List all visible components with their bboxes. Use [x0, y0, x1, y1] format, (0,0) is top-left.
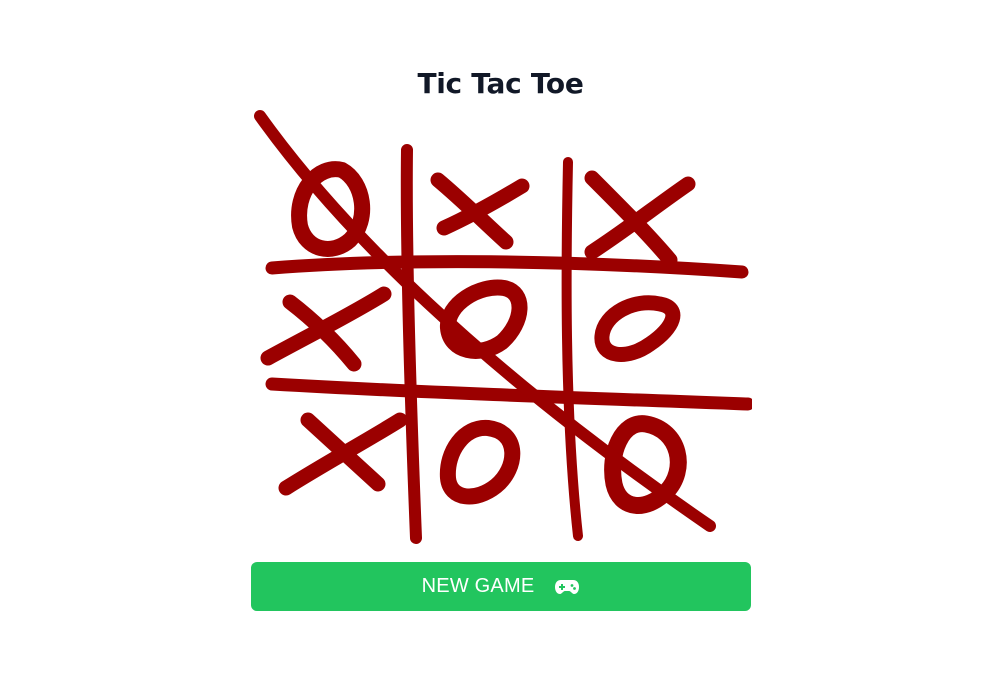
new-game-label: NEW GAME: [421, 575, 535, 597]
grid-line-vertical-left: [400, 144, 422, 544]
board-canvas: [254, 110, 752, 544]
board-cell-1[interactable]: [270, 128, 402, 258]
new-game-button[interactable]: NEW GAME: [251, 562, 751, 611]
board-cell-6[interactable]: [576, 276, 742, 380]
game-page: Tic Tac Toe NEW GAME: [0, 0, 1001, 695]
board-cell-8[interactable]: [416, 400, 562, 534]
board-cell-9[interactable]: [576, 400, 742, 534]
gamepad-icon: [554, 579, 580, 595]
board-cell-5[interactable]: [416, 276, 562, 380]
board-cell-3[interactable]: [576, 128, 742, 258]
board-cell-4[interactable]: [270, 276, 402, 380]
page-title: Tic Tac Toe: [417, 67, 584, 100]
board-cell-7[interactable]: [270, 400, 402, 534]
board-cell-2[interactable]: [416, 128, 562, 258]
game-board: [250, 108, 752, 544]
